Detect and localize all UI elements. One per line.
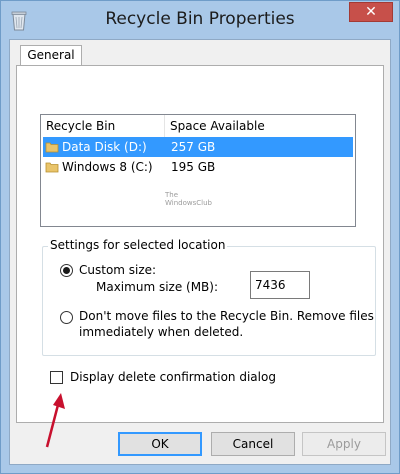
folder-icon	[45, 162, 59, 173]
space-available: 257 GB	[171, 140, 216, 154]
ok-button[interactable]: OK	[118, 432, 202, 456]
maximum-size-input[interactable]	[250, 271, 310, 299]
column-header-location[interactable]: Recycle Bin Location	[41, 115, 165, 155]
delete-confirmation-checkbox[interactable]	[50, 371, 63, 384]
recycle-bin-location-list[interactable]: Recycle Bin Location Space Available Dat…	[40, 114, 356, 227]
settings-group: Settings for selected location Custom si…	[42, 238, 376, 356]
cancel-button[interactable]: Cancel	[211, 432, 295, 456]
folder-icon	[45, 142, 59, 153]
space-available: 195 GB	[171, 160, 216, 174]
watermark-line-2: WindowsClub	[165, 199, 212, 207]
watermark: The WindowsClub	[165, 191, 212, 207]
apply-button[interactable]: Apply	[302, 432, 386, 456]
list-row-windows-8[interactable]: Windows 8 (C:) 195 GB	[43, 157, 353, 177]
column-header-space[interactable]: Space Available	[165, 115, 355, 137]
location-name: Data Disk (D:)	[62, 140, 147, 154]
dont-move-files-label-line-1: Don't move files to the Recycle Bin. Rem…	[79, 309, 374, 323]
title-bar[interactable]: Recycle Bin Properties ✕	[1, 1, 399, 39]
delete-confirmation-label: Display delete confirmation dialog	[70, 370, 276, 384]
list-header: Recycle Bin Location Space Available	[41, 115, 355, 155]
custom-size-radio[interactable]	[60, 264, 73, 277]
list-row-data-disk[interactable]: Data Disk (D:) 257 GB	[43, 137, 353, 157]
watermark-line-1: The	[165, 191, 179, 199]
settings-group-label: Settings for selected location	[48, 238, 228, 252]
general-tab-panel: Recycle Bin Location Space Available Dat…	[16, 65, 384, 448]
tab-general[interactable]: General	[20, 45, 82, 66]
close-button[interactable]: ✕	[349, 2, 393, 22]
annotation-arrow-icon	[45, 393, 65, 448]
custom-size-label: Custom size:	[79, 263, 157, 277]
location-name: Windows 8 (C:)	[62, 160, 153, 174]
radio-selected-dot	[63, 267, 70, 274]
dialog-client-area: General Recycle Bin Location Space Avail…	[9, 39, 391, 465]
properties-window: Recycle Bin Properties ✕ General Recycle…	[0, 0, 400, 474]
dont-move-files-label-line-2: immediately when deleted.	[79, 325, 244, 339]
window-title: Recycle Bin Properties	[105, 9, 295, 29]
maximum-size-label: Maximum size (MB):	[96, 280, 219, 294]
dont-move-files-radio[interactable]	[60, 311, 73, 324]
